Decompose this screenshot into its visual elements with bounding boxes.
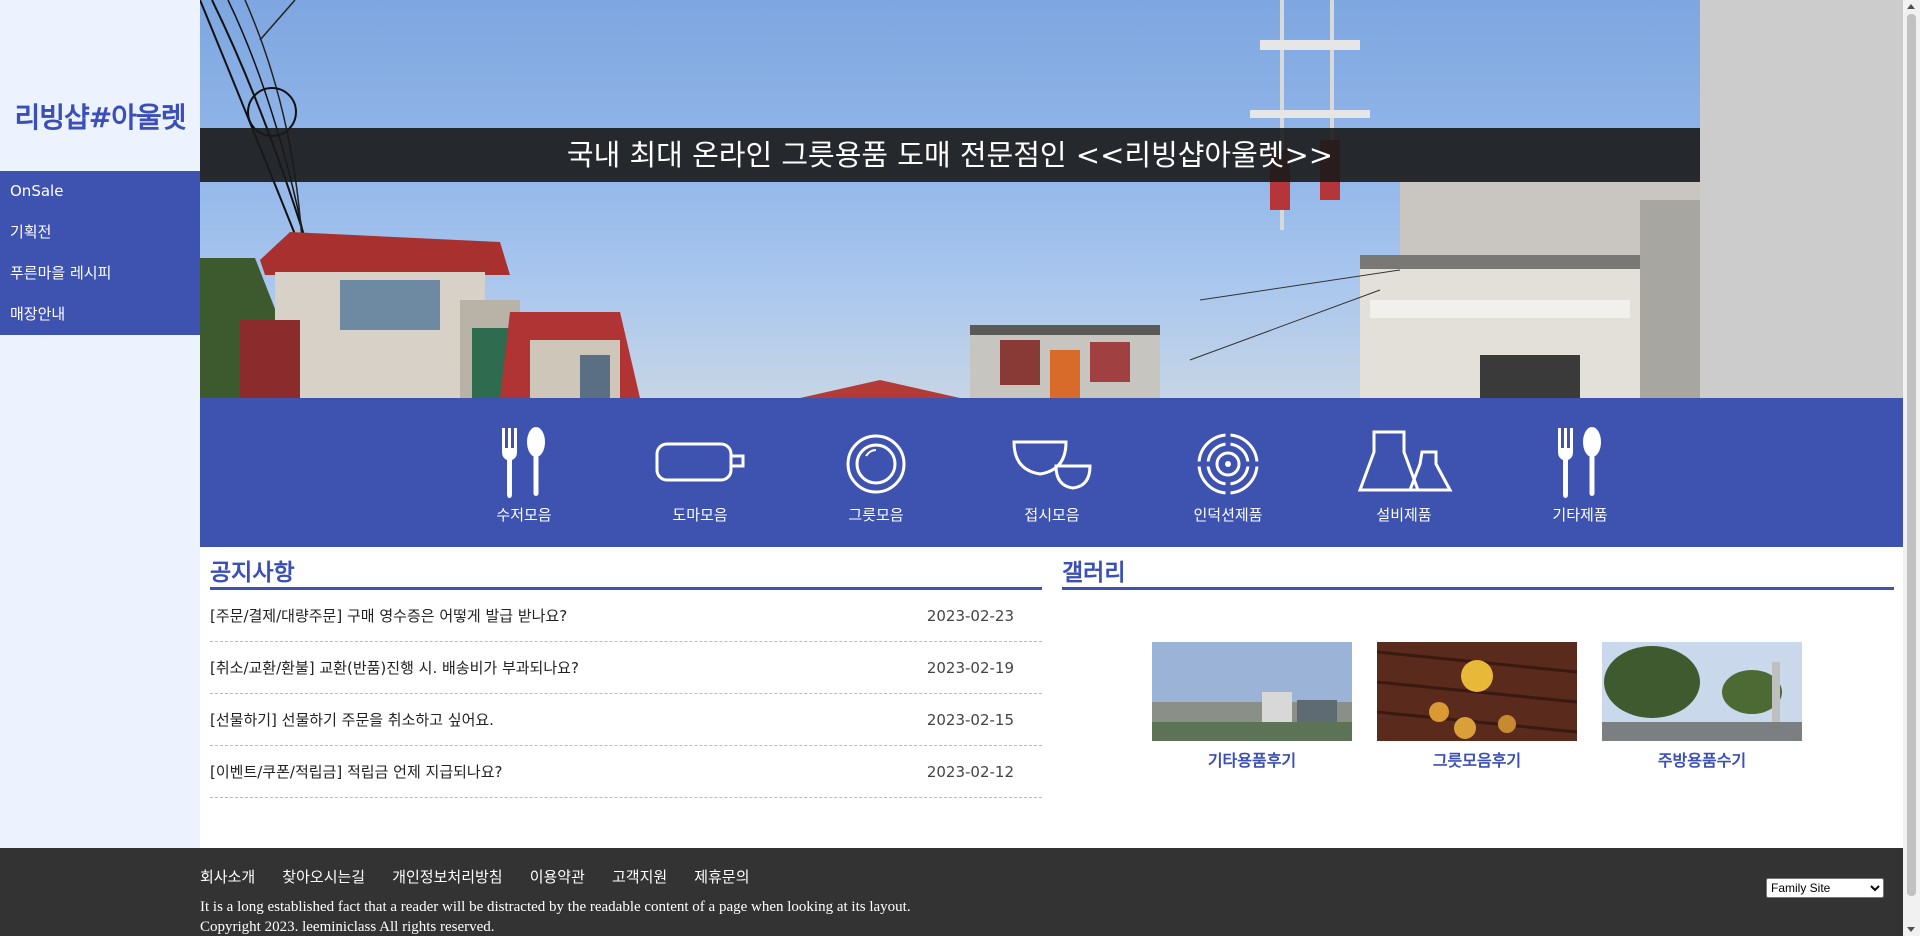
hero-banner: 국내 최대 온라인 그릇용품 도매 전문점인 <<리빙샵아울렛>> (200, 0, 1700, 398)
hero-caption-bar: 국내 최대 온라인 그릇용품 도매 전문점인 <<리빙샵아울렛>> (200, 128, 1700, 182)
gallery-item-label[interactable]: 그릇모음후기 (1377, 747, 1577, 771)
category-label: 수저모음 (496, 506, 552, 524)
footer-description: It is a long established fact that a rea… (200, 899, 911, 915)
equipment-icon (1357, 430, 1453, 492)
category-label: 설비제품 (1376, 506, 1432, 524)
notice-item-title[interactable]: [이벤트/쿠폰/적립금] 적립금 언제 지급되나요? (210, 746, 502, 798)
category-cutting-boards[interactable]: 도마모음 (640, 426, 760, 536)
spoon-fork-icon (1558, 427, 1601, 498)
notice-item-title[interactable]: [취소/교환/환불] 교환(반품)진행 시. 배송비가 부과되나요? (210, 642, 579, 694)
category-equipment[interactable]: 설비제품 (1344, 426, 1464, 536)
category-plates[interactable]: 접시모음 (992, 426, 1112, 536)
category-induction[interactable]: 인덕션제품 (1168, 426, 1288, 536)
category-label: 접시모음 (1024, 506, 1080, 524)
induction-icon (1196, 432, 1260, 496)
gallery-item-label[interactable]: 주방용품수기 (1602, 747, 1802, 771)
hero-photo (200, 0, 1700, 398)
page: 리빙샵#아울렛 OnSale 기획전 푸른마을 레시피 매장안내 국내 최대 온… (0, 0, 1920, 936)
category-label: 도마모음 (672, 506, 728, 524)
notice-item-title[interactable]: [주문/결제/대량주문] 구매 영수증은 어떻게 발급 받나요? (210, 590, 567, 642)
footer-links: 회사소개 찾아오시는길 개인정보처리방침 이용약관 고객지원 제휴문의 (200, 866, 772, 887)
nav-item-onsale[interactable]: OnSale (0, 171, 200, 212)
gallery-item[interactable]: 그릇모음후기 (1377, 642, 1577, 771)
nav-item-store-info[interactable]: 매장안내 (0, 294, 200, 335)
footer: 회사소개 찾아오시는길 개인정보처리방침 이용약관 고객지원 제휴문의 It i… (0, 848, 1920, 936)
notice-title[interactable]: 공지사항 (210, 556, 1042, 590)
notice-item-date: 2023-02-23 (926, 607, 1014, 625)
family-site-select[interactable]: Family Site (1766, 878, 1884, 898)
notice-item-date: 2023-02-19 (926, 659, 1014, 677)
gallery-thumbnail[interactable] (1152, 642, 1352, 741)
bowls-icon (1012, 440, 1092, 490)
scroll-down-arrow-icon[interactable] (1907, 927, 1915, 932)
notice-row[interactable]: [이벤트/쿠폰/적립금] 적립금 언제 지급되나요? 2023-02-12 (210, 746, 1042, 798)
footer-link-terms[interactable]: 이용약관 (530, 868, 585, 886)
sidebar: 리빙샵#아울렛 OnSale 기획전 푸른마을 레시피 매장안내 (0, 0, 200, 848)
nav-item-recipe[interactable]: 푸른마을 레시피 (0, 253, 200, 294)
scroll-up-arrow-icon[interactable] (1907, 4, 1915, 9)
gallery-section: 갤러리 기타용품후기 그릇모음후기 주방용품수기 (1062, 556, 1894, 770)
hero-side-panel (1700, 0, 1920, 398)
notice-row[interactable]: [주문/결제/대량주문] 구매 영수증은 어떻게 발급 받나요? 2023-02… (210, 590, 1042, 642)
category-others[interactable]: 기타제품 (1520, 426, 1640, 536)
category-bowls[interactable]: 그릇모음 (816, 426, 936, 536)
category-label: 기타제품 (1552, 506, 1608, 524)
main-nav: OnSale 기획전 푸른마을 레시피 매장안내 (0, 171, 200, 335)
footer-link-partnership[interactable]: 제휴문의 (694, 868, 749, 886)
footer-link-support[interactable]: 고객지원 (612, 868, 667, 886)
gallery-item-label[interactable]: 기타용품후기 (1152, 747, 1352, 771)
gallery-item[interactable]: 주방용품수기 (1602, 642, 1802, 771)
gallery-title[interactable]: 갤러리 (1062, 556, 1894, 590)
gallery-thumbnail[interactable] (1602, 642, 1802, 741)
notice-row[interactable]: [선물하기] 선물하기 주문을 취소하고 싶어요. 2023-02-15 (210, 694, 1042, 746)
scrollbar[interactable] (1903, 0, 1920, 936)
category-band: 수저모음 도마모음 그릇모음 접시모음 인덕션제품 설비제품 기타제품 (200, 398, 1920, 547)
notice-item-date: 2023-02-15 (926, 711, 1014, 729)
gallery-item[interactable]: 기타용품후기 (1152, 642, 1352, 771)
footer-link-about[interactable]: 회사소개 (200, 868, 255, 886)
notice-item-date: 2023-02-12 (926, 763, 1014, 781)
scroll-thumb[interactable] (1907, 14, 1916, 896)
footer-link-directions[interactable]: 찾아오시는길 (282, 868, 365, 886)
hero-title: 국내 최대 온라인 그릇용품 도매 전문점인 <<리빙샵아울렛>> (566, 138, 1334, 172)
notice-row[interactable]: [취소/교환/환불] 교환(반품)진행 시. 배송비가 부과되나요? 2023-… (210, 642, 1042, 694)
footer-copyright: Copyright 2023. leeminiclass All rights … (200, 919, 495, 935)
category-label: 인덕션제품 (1193, 506, 1263, 524)
category-spoons[interactable]: 수저모음 (464, 426, 584, 536)
category-label: 그릇모음 (848, 506, 904, 524)
site-logo[interactable]: 리빙샵#아울렛 (0, 96, 200, 136)
notice-section: 공지사항 [주문/결제/대량주문] 구매 영수증은 어떻게 발급 받나요? 20… (210, 556, 1042, 798)
spoon-fork-icon (502, 427, 545, 498)
gallery-thumbnail[interactable] (1377, 642, 1577, 741)
cutting-board-icon (655, 442, 745, 482)
footer-link-privacy[interactable]: 개인정보처리방침 (392, 868, 502, 886)
plate-icon (846, 434, 906, 494)
notice-item-title[interactable]: [선물하기] 선물하기 주문을 취소하고 싶어요. (210, 694, 494, 746)
nav-item-special-exhibition[interactable]: 기획전 (0, 212, 200, 253)
